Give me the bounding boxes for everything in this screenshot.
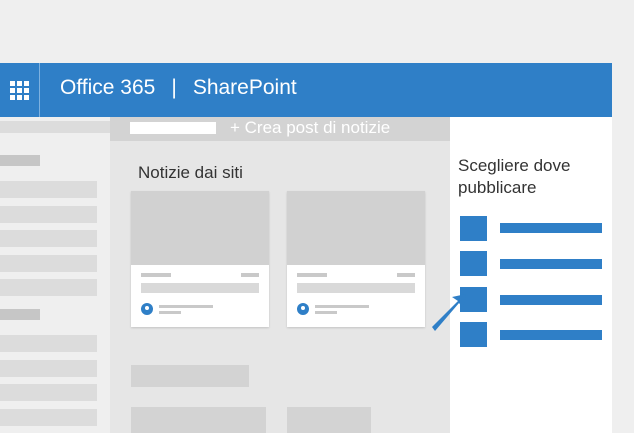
app-name[interactable]: Office 365	[60, 76, 155, 99]
content-placeholder	[131, 407, 266, 433]
destination-option-icon[interactable]	[460, 251, 487, 276]
nav-item[interactable]	[0, 335, 97, 352]
news-card-author-meta	[315, 311, 337, 314]
sharepoint-window: Office 365 | SharePoint + Crea post di not…	[0, 63, 634, 433]
command-placeholder	[130, 122, 216, 134]
content-placeholder	[287, 407, 371, 433]
nav-item[interactable]	[0, 409, 97, 426]
suite-bar: Office 365 | SharePoint	[0, 63, 612, 117]
avatar-icon	[141, 303, 153, 315]
news-card-site-label	[141, 273, 171, 277]
app-launcher-button[interactable]	[0, 63, 40, 117]
suite-title: Office 365 | SharePoint	[60, 76, 297, 100]
destination-option-label[interactable]	[500, 223, 602, 233]
nav-item[interactable]	[0, 384, 97, 401]
avatar-icon	[297, 303, 309, 315]
nav-item[interactable]	[0, 360, 97, 377]
news-card-headline	[141, 283, 259, 293]
title-separator: |	[171, 76, 177, 99]
news-card-date	[241, 273, 259, 277]
command-bar: + Crea post di notizie	[110, 117, 450, 141]
left-navigation	[0, 117, 110, 433]
news-section-title: Notizie dai siti	[138, 163, 243, 182]
content-placeholder	[131, 365, 249, 387]
panel-title: Scegliere dove pubblicare	[458, 156, 571, 197]
create-news-post-button[interactable]: + Crea post di notizie	[230, 118, 390, 138]
news-card-date	[397, 273, 415, 277]
app-launcher-icon	[10, 80, 29, 100]
news-card-thumbnail	[287, 191, 425, 265]
nav-section-heading	[0, 155, 40, 166]
news-card[interactable]	[287, 191, 425, 327]
news-card-headline	[297, 283, 415, 293]
pointer-arrow-icon	[432, 294, 466, 331]
nav-item[interactable]	[0, 255, 97, 272]
destination-option-label[interactable]	[500, 259, 602, 269]
nav-section-heading	[0, 309, 40, 320]
nav-item[interactable]	[0, 279, 97, 296]
nav-item[interactable]	[0, 181, 97, 198]
nav-item[interactable]	[0, 230, 97, 247]
news-card-site-label	[297, 273, 327, 277]
news-card[interactable]	[131, 191, 269, 327]
site-name[interactable]: SharePoint	[193, 76, 297, 99]
news-card-author	[315, 305, 369, 308]
choose-destination-panel: Scegliere dove pubblicare	[450, 117, 612, 433]
destination-option-label[interactable]	[500, 330, 602, 340]
destination-option-icon[interactable]	[460, 216, 487, 241]
news-card-author	[159, 305, 213, 308]
news-card-thumbnail	[131, 191, 269, 265]
news-card-author-meta	[159, 311, 181, 314]
destination-option-label[interactable]	[500, 295, 602, 305]
nav-item[interactable]	[0, 206, 97, 223]
nav-header-placeholder	[0, 121, 110, 133]
